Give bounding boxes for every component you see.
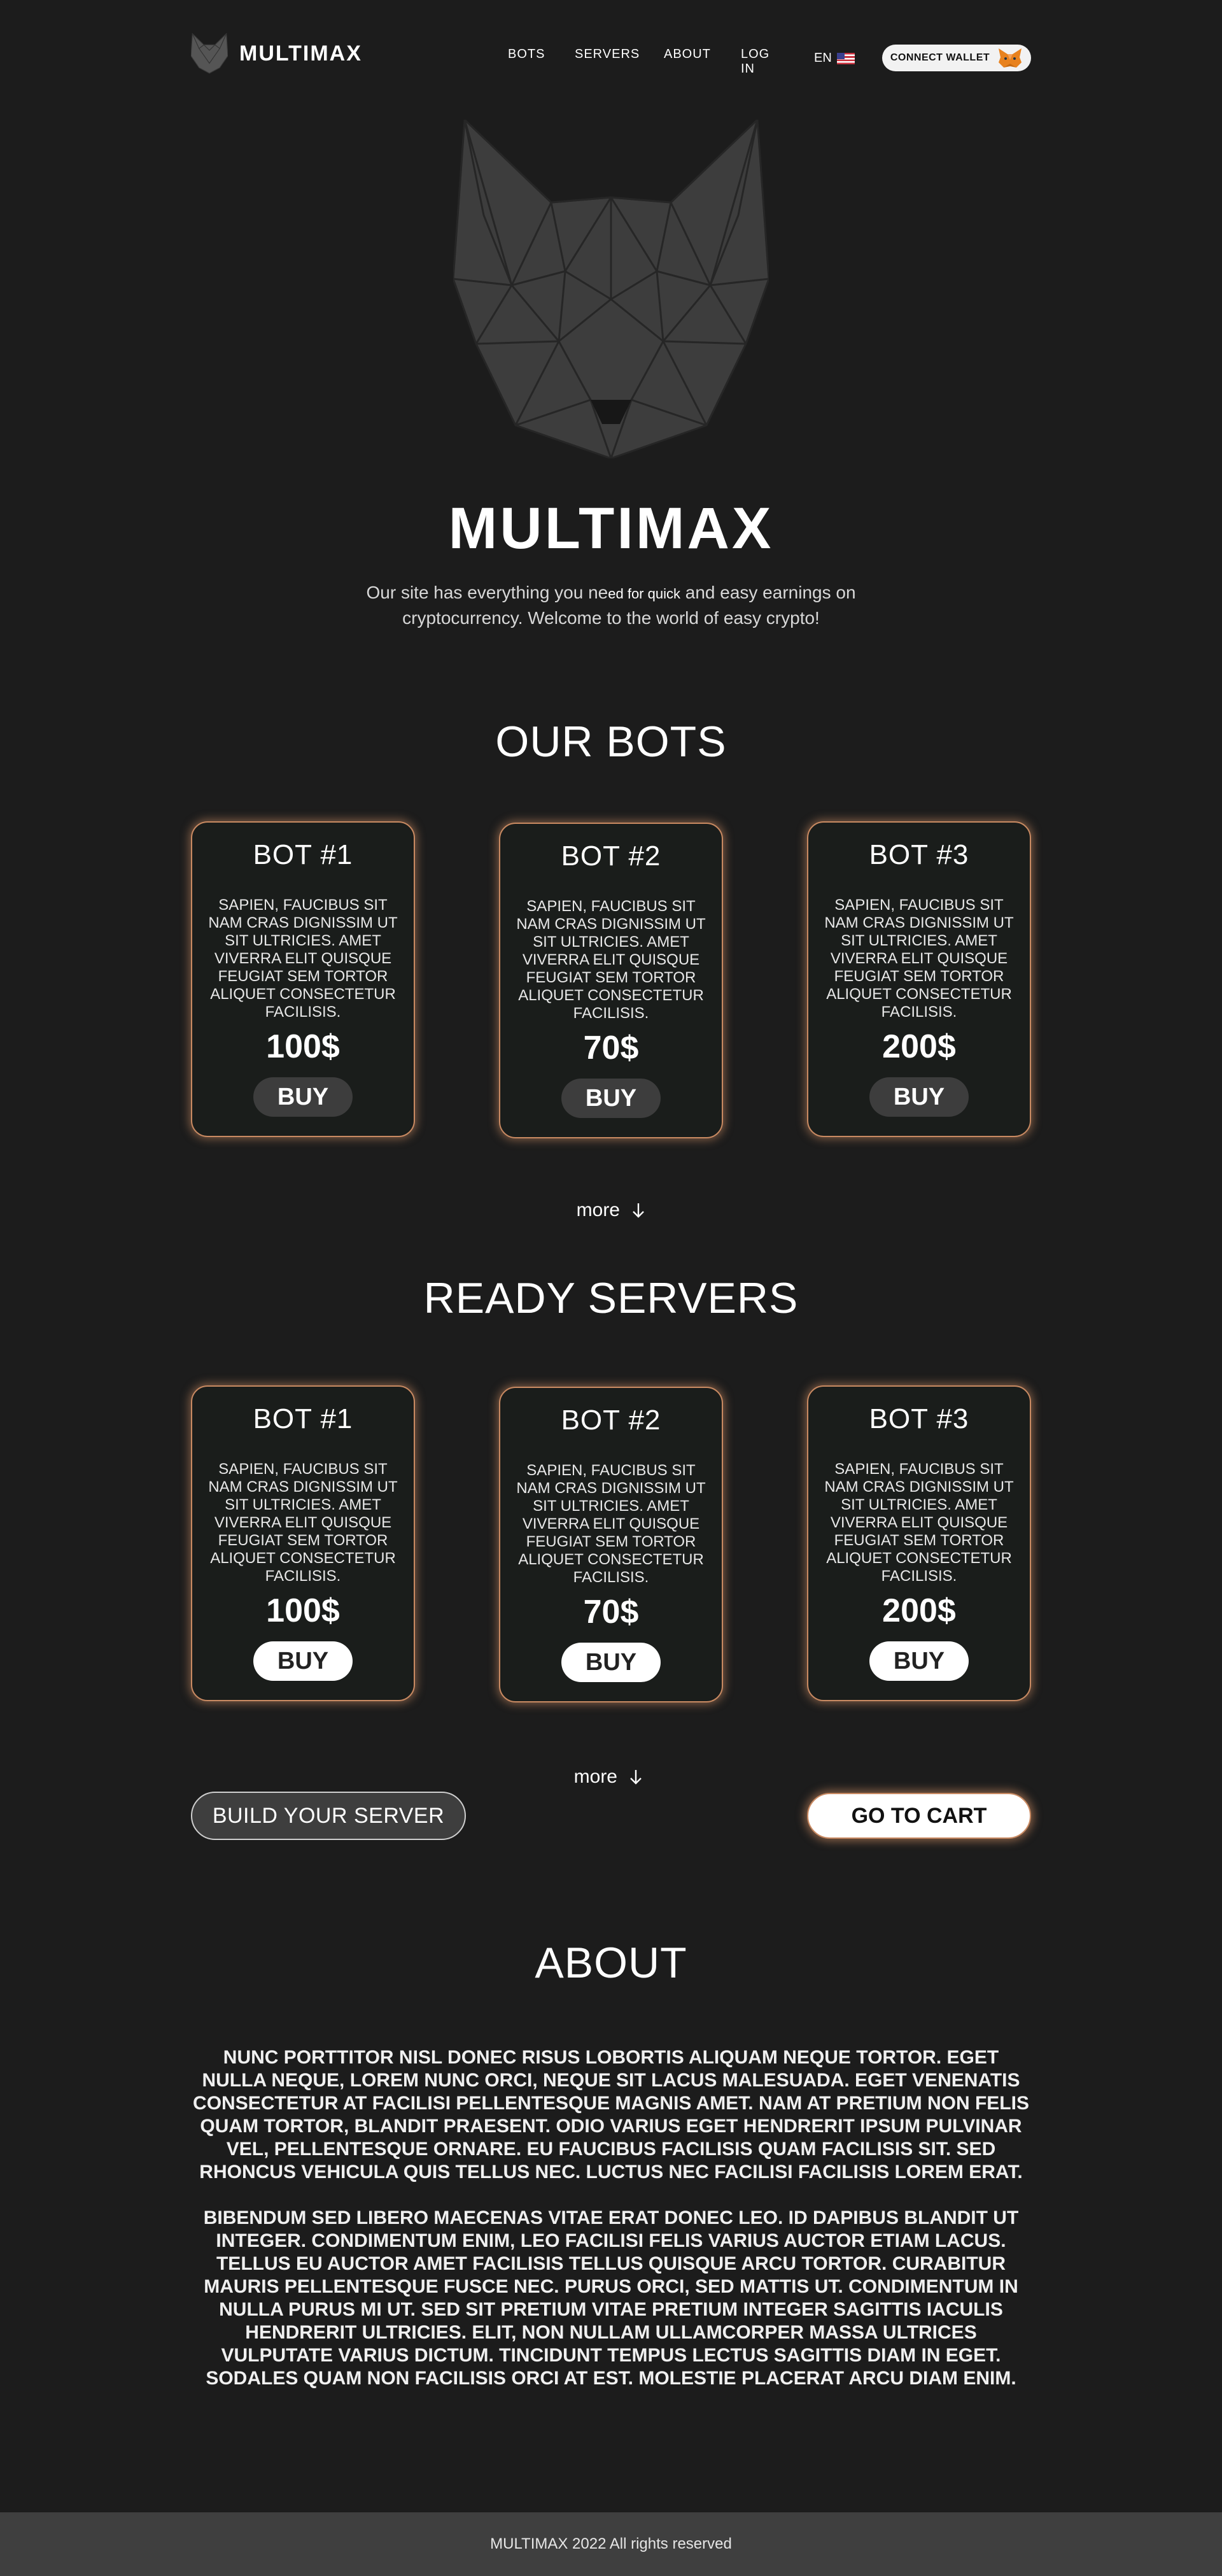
nav-about[interactable]: ABOUT [664,47,711,62]
site-header: MULTIMAX BOTS SERVERS ABOUT LOG IN EN CO… [191,32,1031,85]
go-to-cart-button[interactable]: GO TO CART [807,1793,1031,1839]
server-card: BOT #3 SAPIEN, FAUCIBUS SIT NAM CRAS DIG… [807,1385,1031,1701]
card-title: BOT #2 [561,840,661,872]
servers-more-link[interactable]: more [545,1766,672,1788]
more-label: more [573,1766,617,1787]
card-description: SAPIEN, FAUCIBUS SIT NAM CRAS DIGNISSIM … [208,1461,398,1585]
server-card: BOT #1 SAPIEN, FAUCIBUS SIT NAM CRAS DIG… [191,1385,415,1701]
card-price: 200$ [882,1592,956,1629]
metamask-fox-icon [999,48,1022,67]
bot-card: BOT #3 SAPIEN, FAUCIBUS SIT NAM CRAS DIG… [807,821,1031,1137]
hero-title: MULTIMAX [448,496,774,561]
about-paragraph: BIBENDUM SED LIBERO MAECENAS VITAE ERAT … [203,2207,1019,2389]
card-price: 200$ [882,1028,956,1065]
footer-copyright: MULTIMAX 2022 All rights reserved [490,2535,732,2552]
arrow-down-icon [633,1203,645,1218]
buy-button[interactable]: BUY [253,1077,353,1117]
hero-subtitle-part1: Our site has everything you ne [366,583,608,602]
card-title: BOT #1 [253,1403,353,1434]
card-price: 100$ [266,1592,340,1629]
bots-more-link[interactable]: more [547,1200,675,1221]
card-price: 100$ [266,1028,340,1065]
servers-section-title: READY SERVERS [423,1274,799,1322]
arrow-down-icon [630,1770,642,1785]
card-title: BOT #2 [561,1405,661,1436]
cat-head-icon [191,32,228,74]
card-description: SAPIEN, FAUCIBUS SIT NAM CRAS DIGNISSIM … [824,896,1014,1021]
buy-button[interactable]: BUY [561,1643,661,1682]
site-footer: MULTIMAX 2022 All rights reserved [0,2512,1222,2576]
connect-wallet-label: CONNECT WALLET [890,52,990,63]
card-description: SAPIEN, FAUCIBUS SIT NAM CRAS DIGNISSIM … [824,1461,1014,1585]
buy-button[interactable]: BUY [253,1641,353,1681]
more-label: more [576,1200,620,1221]
card-description: SAPIEN, FAUCIBUS SIT NAM CRAS DIGNISSIM … [208,896,398,1021]
card-description: SAPIEN, FAUCIBUS SIT NAM CRAS DIGNISSIM … [516,1462,706,1586]
nav-login[interactable]: LOG IN [741,47,769,76]
card-title: BOT #3 [869,1403,969,1434]
language-selector[interactable]: EN [814,51,855,66]
build-server-button[interactable]: BUILD YOUR SERVER [191,1792,466,1840]
hero-subtitle: Our site has everything you need for qui… [331,581,891,630]
language-code: EN [814,51,832,65]
bot-card: BOT #1 SAPIEN, FAUCIBUS SIT NAM CRAS DIG… [191,821,415,1137]
bots-section-title: OUR BOTS [495,718,727,766]
bot-card: BOT #2 SAPIEN, FAUCIBUS SIT NAM CRAS DIG… [499,823,723,1138]
card-title: BOT #1 [253,839,353,870]
buy-button[interactable]: BUY [561,1079,661,1118]
brand[interactable]: MULTIMAX [191,32,362,75]
about-paragraph: NUNC PORTTITOR NISL DONEC RISUS LOBORTIS… [193,2047,1029,2183]
us-flag-icon [836,52,855,64]
hero-subtitle-small: ed for quick [608,586,680,602]
nav-servers[interactable]: SERVERS [575,47,640,62]
card-description: SAPIEN, FAUCIBUS SIT NAM CRAS DIGNISSIM … [516,898,706,1022]
server-card: BOT #2 SAPIEN, FAUCIBUS SIT NAM CRAS DIG… [499,1387,723,1702]
buy-button[interactable]: BUY [869,1077,969,1117]
about-section-title: ABOUT [535,1939,687,1987]
nav-bots[interactable]: BOTS [508,47,545,62]
card-price: 70$ [583,1594,639,1631]
card-title: BOT #3 [869,839,969,870]
connect-wallet-button[interactable]: CONNECT WALLET [882,45,1031,71]
card-price: 70$ [583,1030,639,1066]
cat-head-illustration [453,120,769,458]
buy-button[interactable]: BUY [869,1641,969,1681]
brand-name: MULTIMAX [239,41,362,66]
